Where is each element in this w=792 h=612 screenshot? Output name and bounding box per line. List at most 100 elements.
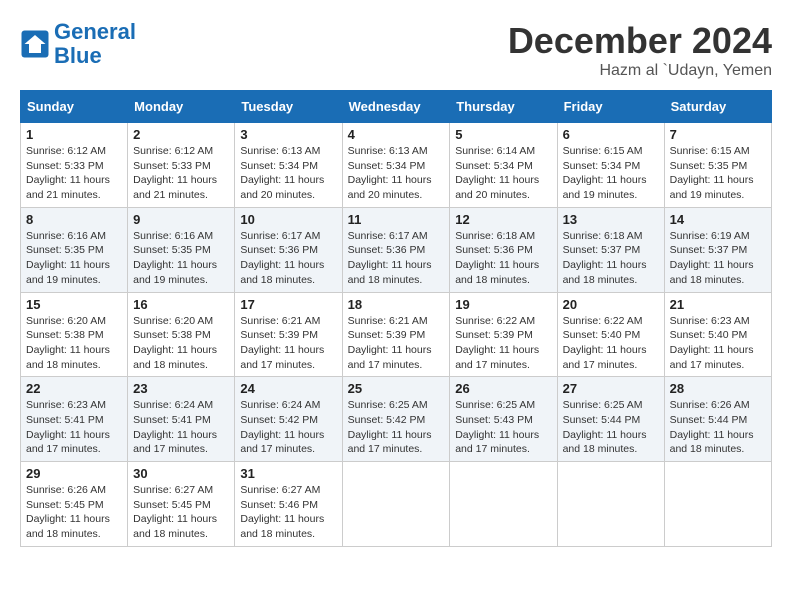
day-number: 27 [563, 381, 659, 396]
day-number: 3 [240, 127, 336, 142]
day-detail: Sunrise: 6:15 AM Sunset: 5:35 PM Dayligh… [670, 144, 766, 203]
day-detail: Sunrise: 6:22 AM Sunset: 5:39 PM Dayligh… [455, 314, 551, 373]
day-number: 30 [133, 466, 229, 481]
day-detail: Sunrise: 6:24 AM Sunset: 5:41 PM Dayligh… [133, 398, 229, 457]
table-row: 3 Sunrise: 6:13 AM Sunset: 5:34 PM Dayli… [235, 123, 342, 208]
header-row: Sunday Monday Tuesday Wednesday Thursday… [21, 91, 772, 123]
day-detail: Sunrise: 6:21 AM Sunset: 5:39 PM Dayligh… [348, 314, 445, 373]
table-row: 12 Sunrise: 6:18 AM Sunset: 5:36 PM Dayl… [450, 207, 557, 292]
table-row: 10 Sunrise: 6:17 AM Sunset: 5:36 PM Dayl… [235, 207, 342, 292]
table-row: 9 Sunrise: 6:16 AM Sunset: 5:35 PM Dayli… [128, 207, 235, 292]
day-detail: Sunrise: 6:19 AM Sunset: 5:37 PM Dayligh… [670, 229, 766, 288]
day-number: 8 [26, 212, 122, 227]
calendar-row: 15 Sunrise: 6:20 AM Sunset: 5:38 PM Dayl… [21, 292, 772, 377]
table-row: 18 Sunrise: 6:21 AM Sunset: 5:39 PM Dayl… [342, 292, 450, 377]
day-number: 10 [240, 212, 336, 227]
table-row: 2 Sunrise: 6:12 AM Sunset: 5:33 PM Dayli… [128, 123, 235, 208]
day-detail: Sunrise: 6:17 AM Sunset: 5:36 PM Dayligh… [240, 229, 336, 288]
table-row: 14 Sunrise: 6:19 AM Sunset: 5:37 PM Dayl… [664, 207, 771, 292]
day-number: 7 [670, 127, 766, 142]
day-detail: Sunrise: 6:22 AM Sunset: 5:40 PM Dayligh… [563, 314, 659, 373]
day-number: 31 [240, 466, 336, 481]
day-detail: Sunrise: 6:24 AM Sunset: 5:42 PM Dayligh… [240, 398, 336, 457]
day-number: 18 [348, 297, 445, 312]
day-number: 9 [133, 212, 229, 227]
day-number: 6 [563, 127, 659, 142]
header-thursday: Thursday [450, 91, 557, 123]
day-number: 19 [455, 297, 551, 312]
day-number: 28 [670, 381, 766, 396]
table-row: 11 Sunrise: 6:17 AM Sunset: 5:36 PM Dayl… [342, 207, 450, 292]
day-detail: Sunrise: 6:13 AM Sunset: 5:34 PM Dayligh… [240, 144, 336, 203]
table-row [557, 462, 664, 547]
day-number: 21 [670, 297, 766, 312]
table-row: 24 Sunrise: 6:24 AM Sunset: 5:42 PM Dayl… [235, 377, 342, 462]
table-row: 15 Sunrise: 6:20 AM Sunset: 5:38 PM Dayl… [21, 292, 128, 377]
day-number: 24 [240, 381, 336, 396]
table-row: 8 Sunrise: 6:16 AM Sunset: 5:35 PM Dayli… [21, 207, 128, 292]
day-detail: Sunrise: 6:16 AM Sunset: 5:35 PM Dayligh… [26, 229, 122, 288]
day-detail: Sunrise: 6:23 AM Sunset: 5:40 PM Dayligh… [670, 314, 766, 373]
day-detail: Sunrise: 6:14 AM Sunset: 5:34 PM Dayligh… [455, 144, 551, 203]
table-row: 23 Sunrise: 6:24 AM Sunset: 5:41 PM Dayl… [128, 377, 235, 462]
day-number: 17 [240, 297, 336, 312]
logo: General Blue [20, 20, 136, 68]
day-detail: Sunrise: 6:16 AM Sunset: 5:35 PM Dayligh… [133, 229, 229, 288]
calendar-row: 29 Sunrise: 6:26 AM Sunset: 5:45 PM Dayl… [21, 462, 772, 547]
table-row: 28 Sunrise: 6:26 AM Sunset: 5:44 PM Dayl… [664, 377, 771, 462]
day-number: 20 [563, 297, 659, 312]
day-detail: Sunrise: 6:27 AM Sunset: 5:46 PM Dayligh… [240, 483, 336, 542]
day-detail: Sunrise: 6:12 AM Sunset: 5:33 PM Dayligh… [26, 144, 122, 203]
day-detail: Sunrise: 6:25 AM Sunset: 5:43 PM Dayligh… [455, 398, 551, 457]
header-tuesday: Tuesday [235, 91, 342, 123]
day-detail: Sunrise: 6:15 AM Sunset: 5:34 PM Dayligh… [563, 144, 659, 203]
day-number: 5 [455, 127, 551, 142]
table-row: 29 Sunrise: 6:26 AM Sunset: 5:45 PM Dayl… [21, 462, 128, 547]
table-row: 27 Sunrise: 6:25 AM Sunset: 5:44 PM Dayl… [557, 377, 664, 462]
day-detail: Sunrise: 6:12 AM Sunset: 5:33 PM Dayligh… [133, 144, 229, 203]
header-sunday: Sunday [21, 91, 128, 123]
title-area: December 2024 Hazm al `Udayn, Yemen [508, 20, 772, 80]
table-row: 31 Sunrise: 6:27 AM Sunset: 5:46 PM Dayl… [235, 462, 342, 547]
table-row: 20 Sunrise: 6:22 AM Sunset: 5:40 PM Dayl… [557, 292, 664, 377]
table-row: 4 Sunrise: 6:13 AM Sunset: 5:34 PM Dayli… [342, 123, 450, 208]
day-number: 16 [133, 297, 229, 312]
day-number: 2 [133, 127, 229, 142]
day-detail: Sunrise: 6:25 AM Sunset: 5:42 PM Dayligh… [348, 398, 445, 457]
table-row: 26 Sunrise: 6:25 AM Sunset: 5:43 PM Dayl… [450, 377, 557, 462]
calendar-row: 1 Sunrise: 6:12 AM Sunset: 5:33 PM Dayli… [21, 123, 772, 208]
day-detail: Sunrise: 6:23 AM Sunset: 5:41 PM Dayligh… [26, 398, 122, 457]
header-monday: Monday [128, 91, 235, 123]
day-number: 14 [670, 212, 766, 227]
day-detail: Sunrise: 6:17 AM Sunset: 5:36 PM Dayligh… [348, 229, 445, 288]
day-detail: Sunrise: 6:26 AM Sunset: 5:45 PM Dayligh… [26, 483, 122, 542]
day-detail: Sunrise: 6:21 AM Sunset: 5:39 PM Dayligh… [240, 314, 336, 373]
table-row: 17 Sunrise: 6:21 AM Sunset: 5:39 PM Dayl… [235, 292, 342, 377]
day-number: 15 [26, 297, 122, 312]
month-title: December 2024 [508, 20, 772, 62]
day-detail: Sunrise: 6:20 AM Sunset: 5:38 PM Dayligh… [26, 314, 122, 373]
header-friday: Friday [557, 91, 664, 123]
table-row: 1 Sunrise: 6:12 AM Sunset: 5:33 PM Dayli… [21, 123, 128, 208]
day-detail: Sunrise: 6:18 AM Sunset: 5:37 PM Dayligh… [563, 229, 659, 288]
calendar-row: 8 Sunrise: 6:16 AM Sunset: 5:35 PM Dayli… [21, 207, 772, 292]
day-number: 11 [348, 212, 445, 227]
day-detail: Sunrise: 6:20 AM Sunset: 5:38 PM Dayligh… [133, 314, 229, 373]
day-detail: Sunrise: 6:26 AM Sunset: 5:44 PM Dayligh… [670, 398, 766, 457]
day-number: 29 [26, 466, 122, 481]
table-row: 7 Sunrise: 6:15 AM Sunset: 5:35 PM Dayli… [664, 123, 771, 208]
day-number: 25 [348, 381, 445, 396]
calendar-row: 22 Sunrise: 6:23 AM Sunset: 5:41 PM Dayl… [21, 377, 772, 462]
logo-text: General Blue [54, 20, 136, 68]
calendar-table: Sunday Monday Tuesday Wednesday Thursday… [20, 90, 772, 547]
table-row [342, 462, 450, 547]
table-row [450, 462, 557, 547]
table-row: 16 Sunrise: 6:20 AM Sunset: 5:38 PM Dayl… [128, 292, 235, 377]
table-row: 25 Sunrise: 6:25 AM Sunset: 5:42 PM Dayl… [342, 377, 450, 462]
day-number: 23 [133, 381, 229, 396]
header-wednesday: Wednesday [342, 91, 450, 123]
day-number: 4 [348, 127, 445, 142]
day-detail: Sunrise: 6:25 AM Sunset: 5:44 PM Dayligh… [563, 398, 659, 457]
location-title: Hazm al `Udayn, Yemen [508, 62, 772, 80]
day-detail: Sunrise: 6:18 AM Sunset: 5:36 PM Dayligh… [455, 229, 551, 288]
